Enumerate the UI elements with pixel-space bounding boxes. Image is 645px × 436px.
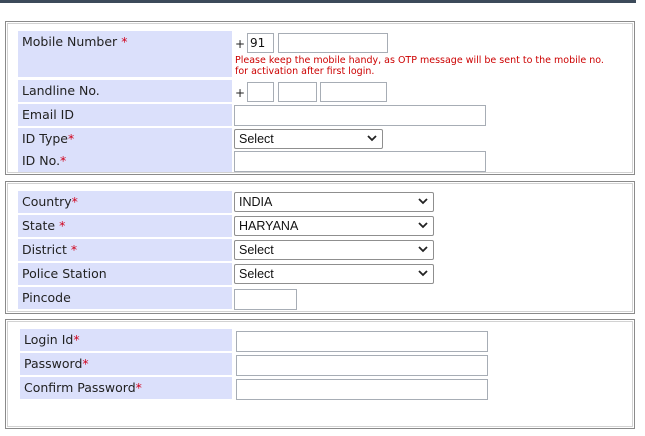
- landline-std-input[interactable]: [278, 82, 317, 102]
- district-selected-value: Select: [239, 243, 274, 257]
- confirm-password-label: Confirm Password*: [20, 377, 232, 399]
- landline-code-input[interactable]: [247, 82, 274, 102]
- mobile-otp-note-2: for activation after first login.: [235, 66, 375, 77]
- mobile-label: Mobile Number *: [18, 31, 232, 77]
- id-type-label: ID Type*: [18, 128, 232, 150]
- password-label: Password*: [20, 353, 232, 375]
- password-input[interactable]: [236, 355, 488, 376]
- required-marker: *: [135, 380, 142, 395]
- chevron-down-icon: [418, 246, 428, 253]
- landline-plus: +: [235, 86, 246, 100]
- chevron-down-icon: [367, 135, 377, 142]
- police-station-label: Police Station: [18, 263, 232, 285]
- mobile-label-text: Mobile Number: [22, 34, 118, 49]
- login-panel: Login Id* Password* Confirm Password*: [5, 319, 635, 429]
- id-no-label-text: ID No.: [22, 153, 61, 168]
- pincode-label: Pincode: [18, 287, 232, 309]
- country-code-input[interactable]: [247, 33, 274, 53]
- required-marker: *: [82, 356, 89, 371]
- state-selected-value: HARYANA: [239, 219, 299, 233]
- email-input[interactable]: [234, 105, 486, 126]
- login-id-input[interactable]: [236, 331, 488, 352]
- country-label-text: Country: [22, 194, 72, 209]
- confirm-password-label-text: Confirm Password: [24, 380, 136, 395]
- login-id-label-text: Login Id: [24, 332, 74, 347]
- id-type-selected-value: Select: [239, 132, 274, 146]
- login-id-label: Login Id*: [20, 329, 232, 351]
- mobile-number-input[interactable]: [278, 33, 388, 53]
- contact-panel: Mobile Number * + Please keep the mobile…: [5, 21, 635, 175]
- country-selected-value: INDIA: [239, 195, 273, 209]
- district-label-text: District: [22, 242, 67, 257]
- state-label-text: State: [22, 218, 56, 233]
- required-marker: *: [68, 131, 75, 146]
- required-marker: *: [71, 194, 78, 209]
- country-select[interactable]: INDIA: [234, 192, 434, 212]
- mobile-otp-note-1: Please keep the mobile handy, as OTP mes…: [235, 55, 604, 66]
- district-select[interactable]: Select: [234, 240, 434, 260]
- chevron-down-icon: [418, 270, 428, 277]
- police-station-select[interactable]: Select: [234, 264, 434, 284]
- id-no-label: ID No.*: [18, 150, 232, 172]
- country-code-plus: +: [235, 37, 246, 51]
- chevron-down-icon: [418, 222, 428, 229]
- landline-label: Landline No.: [18, 80, 232, 102]
- required-marker: *: [70, 242, 78, 257]
- landline-number-input[interactable]: [320, 82, 387, 102]
- police-station-selected-value: Select: [239, 267, 274, 281]
- required-marker: *: [60, 153, 67, 168]
- email-label: Email ID: [18, 104, 232, 126]
- required-marker: *: [59, 218, 66, 233]
- password-label-text: Password: [24, 356, 83, 371]
- id-type-select[interactable]: Select: [234, 129, 383, 149]
- address-panel: Country* INDIA State * HARYANA District …: [5, 181, 635, 314]
- required-marker: *: [121, 34, 128, 49]
- id-type-label-text: ID Type: [22, 131, 68, 146]
- state-label: State *: [18, 215, 232, 237]
- confirm-password-input[interactable]: [236, 379, 488, 400]
- pincode-input[interactable]: [234, 289, 297, 310]
- district-label: District *: [18, 239, 232, 261]
- state-select[interactable]: HARYANA: [234, 216, 434, 236]
- top-divider: [0, 0, 636, 3]
- chevron-down-icon: [418, 198, 428, 205]
- required-marker: *: [73, 332, 80, 347]
- id-no-input[interactable]: [234, 151, 486, 172]
- country-label: Country*: [18, 191, 232, 213]
